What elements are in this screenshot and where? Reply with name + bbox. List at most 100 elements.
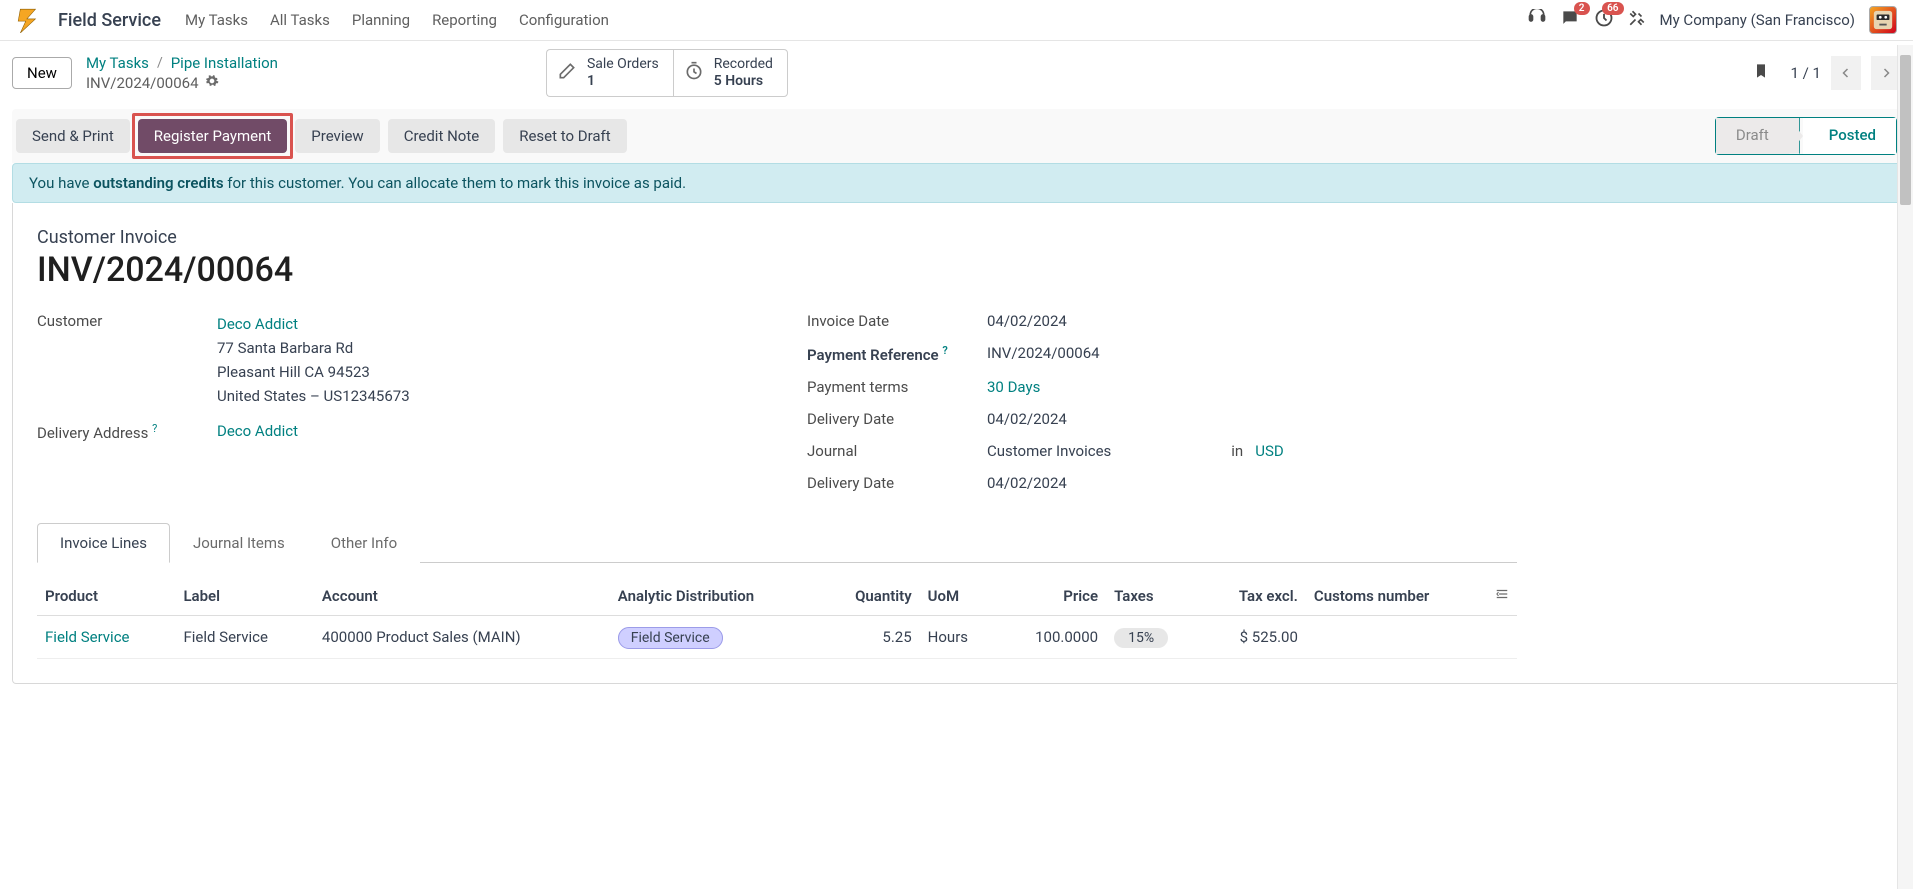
addr-line3: United States – US12345673 (217, 387, 410, 405)
doc-title: INV/2024/00064 (37, 250, 1517, 290)
new-button[interactable]: New (12, 57, 72, 89)
status-posted[interactable]: Posted (1803, 118, 1896, 154)
column-options-icon[interactable] (1487, 577, 1517, 616)
row-qty[interactable]: 5.25 (820, 615, 920, 658)
nav-all-tasks[interactable]: All Tasks (270, 11, 330, 29)
customer-link[interactable]: Deco Addict (217, 315, 298, 333)
addr-line1: 77 Santa Barbara Rd (217, 339, 353, 357)
row-uom[interactable]: Hours (920, 615, 998, 658)
journal-currency[interactable]: USD (1255, 442, 1283, 460)
scrollbar[interactable] (1897, 45, 1913, 889)
stat-recorded-label: Recorded (714, 56, 773, 73)
breadcrumb-subtitle: INV/2024/00064 (86, 74, 199, 92)
th-label[interactable]: Label (175, 577, 313, 616)
form-left-column: Customer Deco Addict 77 Santa Barbara Rd… (37, 312, 747, 492)
pager-prev[interactable] (1831, 56, 1861, 90)
stat-recorded[interactable]: Recorded 5 Hours (673, 49, 788, 97)
scroll-thumb[interactable] (1900, 55, 1911, 205)
form-right-column: Invoice Date 04/02/2024 Payment Referenc… (807, 312, 1517, 492)
bookmark-icon[interactable] (1753, 61, 1769, 85)
row-customs[interactable] (1306, 615, 1487, 658)
row-analytic-tag[interactable]: Field Service (618, 627, 723, 649)
th-tax-excl[interactable]: Tax excl. (1203, 577, 1306, 616)
register-payment-button[interactable]: Register Payment (138, 119, 288, 153)
send-print-button[interactable]: Send & Print (16, 119, 130, 153)
nav-reporting[interactable]: Reporting (432, 11, 497, 29)
th-taxes[interactable]: Taxes (1106, 577, 1202, 616)
breadcrumb-my-tasks[interactable]: My Tasks (86, 54, 149, 72)
status-pill: Draft Posted (1715, 117, 1897, 155)
row-tax-excl: $ 525.00 (1203, 615, 1306, 658)
journal-in: in (1231, 442, 1243, 460)
help-icon[interactable]: ? (942, 344, 947, 357)
payment-reference-label: Payment Reference ? (807, 344, 967, 364)
payment-terms-link[interactable]: 30 Days (987, 378, 1040, 396)
th-analytic[interactable]: Analytic Distribution (610, 577, 820, 616)
delivery-address-label: Delivery Address ? (37, 422, 197, 442)
nav-configuration[interactable]: Configuration (519, 11, 609, 29)
doc-type-label: Customer Invoice (37, 227, 1517, 248)
alert-pre: You have (29, 174, 93, 192)
nav-my-tasks[interactable]: My Tasks (185, 11, 248, 29)
help-icon[interactable]: ? (152, 422, 157, 435)
th-product[interactable]: Product (37, 577, 175, 616)
payment-reference-value[interactable]: INV/2024/00064 (987, 344, 1100, 362)
addr-line2: Pleasant Hill CA 94523 (217, 363, 370, 381)
th-uom[interactable]: UoM (920, 577, 998, 616)
row-product[interactable]: Field Service (45, 628, 130, 646)
th-customs[interactable]: Customs number (1306, 577, 1487, 616)
stat-buttons: Sale Orders 1 Recorded 5 Hours (546, 49, 788, 97)
status-draft[interactable]: Draft (1716, 118, 1789, 154)
company-selector[interactable]: My Company (San Francisco) (1660, 11, 1855, 29)
phone-icon[interactable] (1528, 9, 1546, 31)
invoice-date-value: 04/02/2024 (987, 312, 1067, 330)
top-icon-tray: 2 66 My Company (San Francisco) (1528, 6, 1897, 34)
pager-text: 1 / 1 (1791, 64, 1822, 82)
table-row[interactable]: Field Service Field Service 400000 Produ… (37, 615, 1517, 658)
main-area: Send & Print Register Payment Preview Cr… (0, 109, 1913, 684)
messages-icon[interactable]: 2 (1560, 8, 1580, 32)
reset-draft-button[interactable]: Reset to Draft (503, 119, 626, 153)
activities-icon[interactable]: 66 (1594, 8, 1614, 32)
top-nav: My Tasks All Tasks Planning Reporting Co… (185, 11, 609, 29)
status-arrow (1789, 118, 1803, 154)
alert-outstanding-credits: You have outstanding credits for this cu… (12, 163, 1901, 203)
pager: 1 / 1 (1753, 56, 1902, 90)
preview-button[interactable]: Preview (295, 119, 379, 153)
tab-journal-items[interactable]: Journal Items (170, 523, 308, 563)
row-tax-pill[interactable]: 15% (1114, 628, 1168, 648)
tab-other-info[interactable]: Other Info (308, 523, 420, 563)
journal-value[interactable]: Customer Invoices (987, 442, 1111, 460)
stat-sale-orders[interactable]: Sale Orders 1 (546, 49, 673, 97)
th-price[interactable]: Price (997, 577, 1106, 616)
messages-badge: 2 (1574, 2, 1590, 15)
stat-sale-orders-value: 1 (587, 73, 659, 90)
nav-planning[interactable]: Planning (352, 11, 410, 29)
delivery-date-label: Delivery Date (807, 410, 967, 428)
th-quantity[interactable]: Quantity (820, 577, 920, 616)
user-avatar[interactable] (1869, 6, 1897, 34)
invoice-lines-table: Product Label Account Analytic Distribut… (37, 577, 1517, 659)
th-account[interactable]: Account (314, 577, 610, 616)
invoice-date-label: Invoice Date (807, 312, 967, 330)
activities-badge: 66 (1602, 2, 1623, 15)
breadcrumbs: My Tasks / Pipe Installation INV/2024/00… (86, 54, 278, 92)
tools-icon[interactable] (1628, 9, 1646, 31)
row-label[interactable]: Field Service (175, 615, 313, 658)
control-bar: New My Tasks / Pipe Installation INV/202… (0, 41, 1913, 109)
tab-invoice-lines[interactable]: Invoice Lines (37, 523, 170, 563)
stat-recorded-value: 5 Hours (714, 73, 773, 90)
gear-icon[interactable] (205, 74, 219, 92)
app-title[interactable]: Field Service (58, 10, 161, 31)
row-account[interactable]: 400000 Product Sales (MAIN) (314, 615, 610, 658)
breadcrumb-pipe-installation[interactable]: Pipe Installation (171, 54, 278, 72)
credit-note-button[interactable]: Credit Note (388, 119, 496, 153)
stat-sale-orders-label: Sale Orders (587, 56, 659, 73)
row-price[interactable]: 100.0000 (997, 615, 1106, 658)
customer-label: Customer (37, 312, 197, 330)
alert-bold: outstanding credits (93, 174, 223, 192)
journal-label: Journal (807, 442, 967, 460)
delivery-address-link[interactable]: Deco Addict (217, 422, 298, 440)
delivery-date-value: 04/02/2024 (987, 410, 1067, 428)
tabs: Invoice Lines Journal Items Other Info (37, 522, 1517, 563)
